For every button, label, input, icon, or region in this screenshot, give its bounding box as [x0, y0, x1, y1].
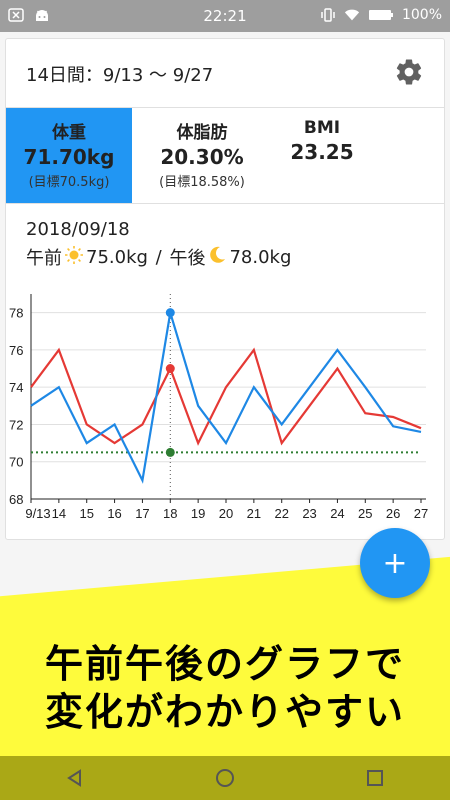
- status-bar: 22:21 100%: [0, 0, 450, 32]
- moon-icon: [207, 245, 227, 270]
- promo-banner-text: 午前午後のグラフで 変化がわかりやすい: [0, 640, 450, 736]
- stat-value: 23.25: [290, 140, 354, 164]
- stat-label: BMI: [303, 118, 341, 138]
- y-tick-label: 68: [9, 492, 23, 507]
- y-tick-label: 76: [9, 343, 23, 358]
- goal-selected-point: [165, 447, 175, 457]
- x-tick-label: 23: [302, 506, 316, 521]
- promo-line-1: 午前午後のグラフで: [44, 642, 405, 686]
- separator: /: [149, 246, 168, 268]
- wifi-icon: [344, 7, 360, 23]
- x-tick-label: 15: [79, 506, 93, 521]
- back-icon[interactable]: [55, 758, 95, 798]
- x-tick-label: 18: [163, 506, 177, 521]
- stat-label: 体脂肪: [176, 123, 228, 143]
- am-series-line: [30, 347, 422, 446]
- stat-value: 20.30%: [160, 145, 244, 169]
- x-tick-label: 24: [330, 506, 344, 521]
- stat-value: 71.70kg: [23, 145, 115, 169]
- weight-line-chart[interactable]: 68 70 72 74 76 78 9/13 14 15 16 17 18 19 20 21 22 23 24 25…: [6, 289, 445, 529]
- summary-card: 14日間：9/13 〜 9/27 体重 71.70kg (目標70.5kg) 体…: [5, 38, 445, 540]
- y-tick-label: 70: [9, 455, 23, 470]
- x-tick-label: 14: [52, 506, 66, 521]
- stat-bmi[interactable]: BMI 23.25: [272, 108, 372, 203]
- pm-value: 78.0kg: [229, 246, 292, 268]
- settings-gear-icon[interactable]: [394, 57, 424, 87]
- x-tick-label: 19: [191, 506, 205, 521]
- y-tick-label: 74: [9, 380, 23, 395]
- pm-label: 午後: [169, 248, 206, 269]
- am-pm-values: 午前 75.0kg / 午後 78.0kg: [26, 244, 291, 270]
- android-icon: [34, 7, 50, 23]
- close-notification-icon: [8, 7, 24, 23]
- pm-selected-point: [165, 308, 175, 318]
- y-tick-label: 72: [9, 417, 23, 432]
- battery-percent: 100%: [401, 7, 442, 23]
- y-tick-label: 78: [9, 306, 23, 321]
- sun-icon: [64, 245, 84, 270]
- x-tick-label: 27: [414, 506, 428, 521]
- stat-goal: (目標70.5kg): [28, 175, 110, 190]
- stat-weight[interactable]: 体重 71.70kg (目標70.5kg): [6, 108, 132, 203]
- x-tick-label: 17: [135, 506, 149, 521]
- x-tick-label: 9/13: [25, 506, 50, 521]
- system-navigation-bar: [0, 756, 450, 800]
- selected-date: 2018/09/18: [26, 219, 130, 240]
- add-record-button[interactable]: +: [360, 528, 430, 598]
- period-label: 14日間：9/13 〜 9/27: [26, 65, 214, 86]
- x-tick-label: 26: [386, 506, 400, 521]
- stats-row: 体重 71.70kg (目標70.5kg) 体脂肪 20.30% (目標18.5…: [6, 107, 444, 204]
- am-selected-point: [165, 364, 175, 374]
- x-tick-label: 20: [219, 506, 233, 521]
- stat-label: 体重: [52, 123, 86, 143]
- x-tick-label: 25: [358, 506, 372, 521]
- x-tick-label: 16: [107, 506, 121, 521]
- am-value: 75.0kg: [86, 246, 148, 268]
- am-label: 午前: [26, 248, 62, 269]
- pm-series-line: [30, 312, 422, 484]
- x-tick-label: 21: [247, 506, 261, 521]
- x-tick-label: 22: [274, 506, 288, 521]
- recents-icon[interactable]: [355, 758, 395, 798]
- vibrate-icon: [320, 7, 336, 23]
- battery-icon: [368, 7, 394, 23]
- promo-line-2: 変化がわかりやすい: [44, 690, 405, 734]
- status-time: 22:21: [203, 7, 247, 25]
- home-icon[interactable]: [205, 758, 245, 798]
- stat-goal: (目標18.58%): [159, 175, 245, 190]
- stat-body-fat[interactable]: 体脂肪 20.30% (目標18.58%): [132, 108, 272, 203]
